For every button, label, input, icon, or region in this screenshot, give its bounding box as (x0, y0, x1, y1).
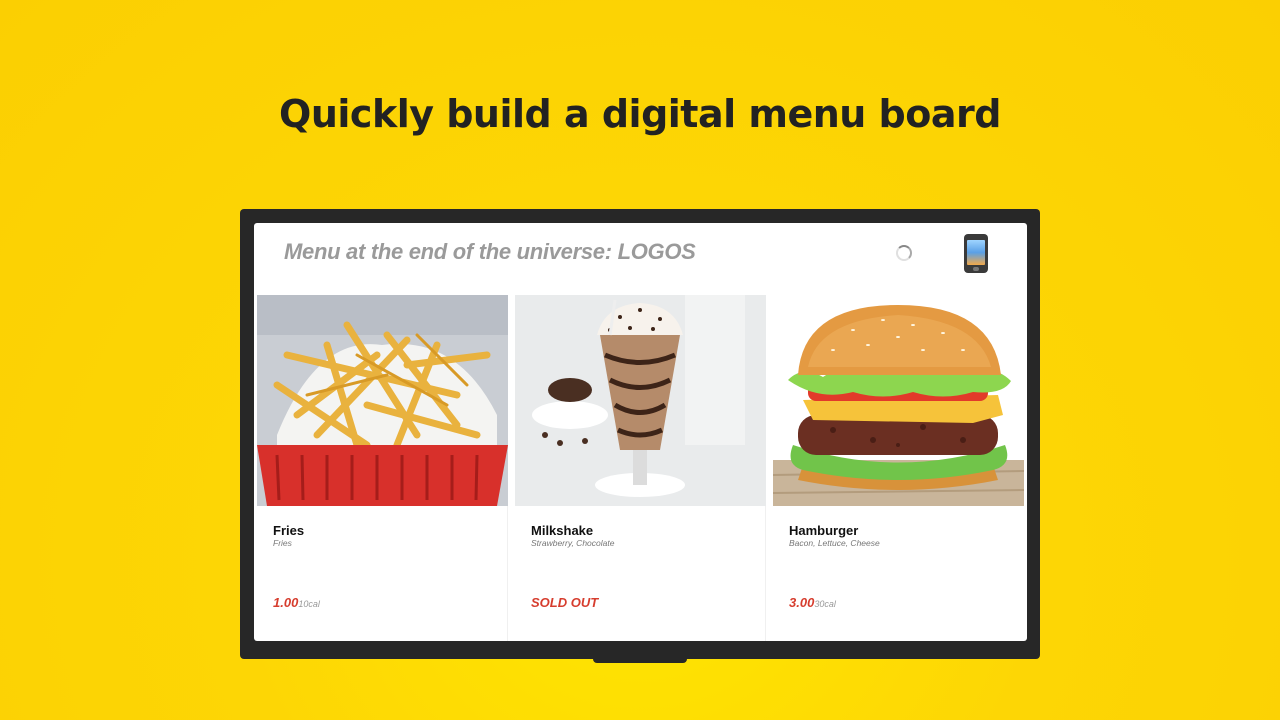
item-description: Strawberry, Chocolate (531, 538, 615, 548)
loading-spinner-icon (896, 245, 912, 261)
item-calories: 30cal (814, 599, 836, 609)
tv-stand (593, 656, 687, 663)
hamburger-photo (773, 295, 1024, 506)
menu-items: Fries Fries 1.0010cal Milkshake Strawber… (257, 295, 1025, 641)
item-price-value: SOLD OUT (531, 595, 599, 610)
item-price: SOLD OUT (531, 595, 598, 610)
item-name: Hamburger (789, 523, 859, 538)
milkshake-photo (515, 295, 766, 506)
item-description: Bacon, Lettuce, Cheese (789, 538, 880, 548)
item-price-value: 1.00 (273, 595, 299, 610)
headline: Quickly build a digital menu board (279, 92, 1001, 136)
fries-photo (257, 295, 508, 506)
menu-item-fries[interactable]: Fries Fries 1.0010cal (257, 295, 508, 641)
item-price-value: 3.00 (789, 595, 815, 610)
menu-board-screen: Menu at the end of the universe: LOGOS F… (254, 223, 1027, 641)
item-name: Milkshake (531, 523, 594, 538)
item-description: Fries (273, 538, 292, 548)
item-name: Fries (273, 523, 305, 538)
item-calories: 10cal (298, 599, 320, 609)
menu-title: Menu at the end of the universe: LOGOS (284, 239, 696, 264)
menu-item-milkshake[interactable]: Milkshake Strawberry, Chocolate SOLD OUT (515, 295, 766, 641)
item-price: 3.0030cal (789, 595, 836, 610)
tv-display: Menu at the end of the universe: LOGOS F… (240, 209, 1040, 659)
menu-item-hamburger[interactable]: Hamburger Bacon, Lettuce, Cheese 3.0030c… (773, 295, 1024, 641)
mobile-phone-icon[interactable] (964, 234, 988, 273)
item-price: 1.0010cal (273, 595, 320, 610)
